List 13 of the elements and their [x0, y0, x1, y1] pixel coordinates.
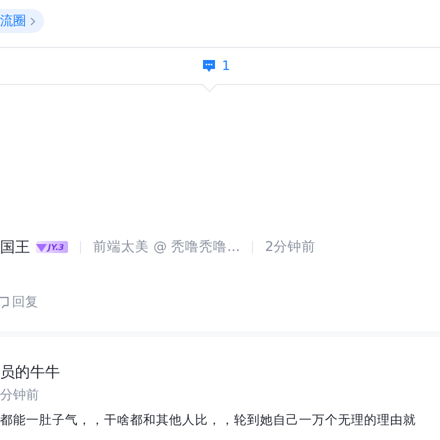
author-name[interactable]: 国王: [0, 238, 30, 256]
comment-icon: [202, 59, 216, 73]
author-title: 前端太美 @ 秃噜秃噜...: [93, 238, 240, 256]
comment-time: 分钟前: [0, 386, 40, 404]
comment-text: 都能一肚子气，，干啥都和其他人比，，轮到她自己一万个无理的理由就: [0, 412, 417, 428]
comment-time: 2分钟前: [265, 238, 316, 256]
reply-button[interactable]: 回复: [0, 293, 38, 311]
comment-count-button[interactable]: 1: [202, 58, 230, 74]
circle-tag[interactable]: 流圈: [0, 9, 44, 33]
chevron-icon: [30, 16, 36, 26]
reply-icon: [0, 296, 9, 308]
author-name[interactable]: 员的牛牛: [0, 360, 440, 382]
level-badge: JY.3: [36, 241, 68, 253]
